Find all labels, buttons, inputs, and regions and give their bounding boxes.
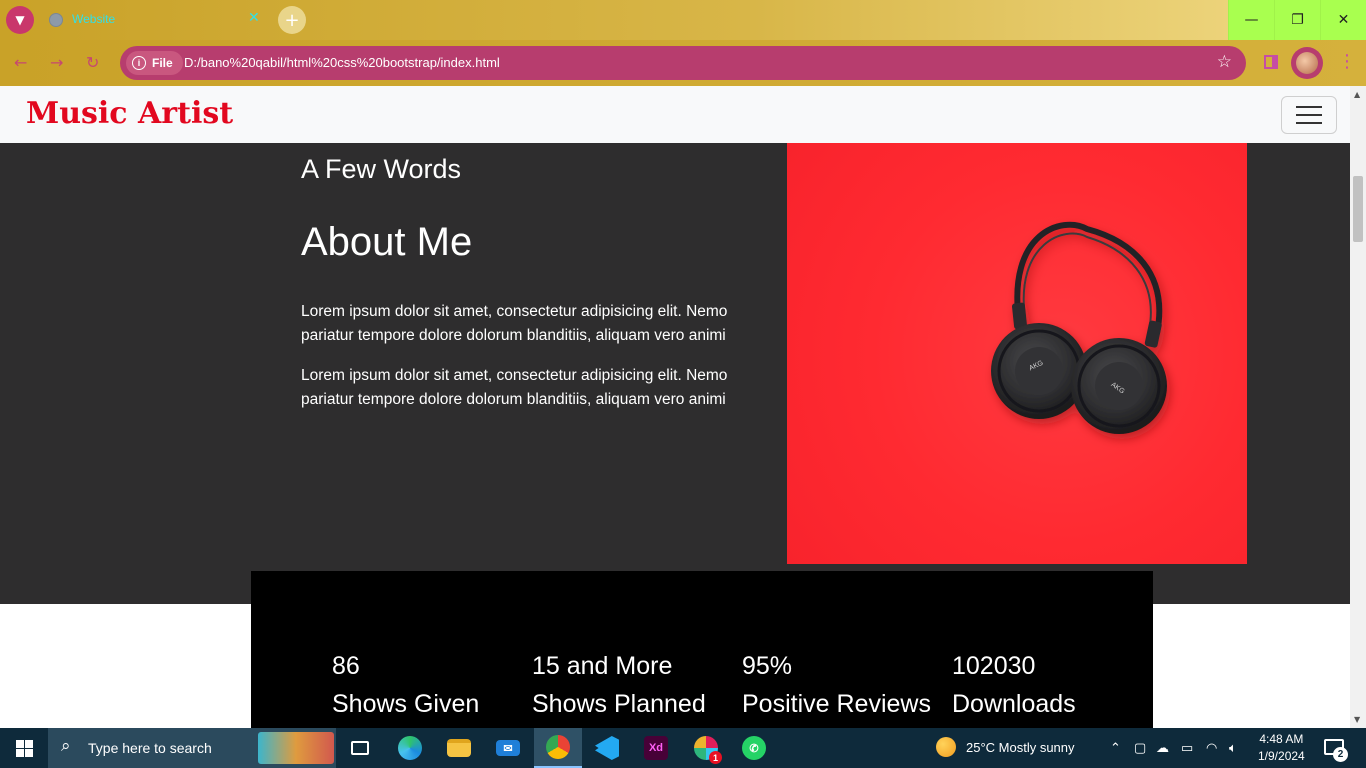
forward-arrow-icon[interactable]: →: [50, 53, 63, 72]
system-clock[interactable]: 4:48 AM 1/9/2024: [1258, 731, 1305, 765]
stat-value: 95%: [742, 652, 793, 680]
tab-strip: ▼ Website ✕ + — ❐ ✕: [0, 0, 1366, 40]
weather-text[interactable]: 25°C Mostly sunny: [966, 740, 1075, 755]
mail-app[interactable]: ✉: [484, 728, 532, 768]
scrollbar-thumb[interactable]: [1353, 176, 1363, 242]
stat-shows-given: 86 Shows Given: [332, 647, 479, 723]
task-view-button[interactable]: [336, 728, 384, 768]
site-navbar: Music Artist: [0, 86, 1350, 143]
more-menu-icon[interactable]: ⋮: [1338, 51, 1356, 72]
folder-icon: [447, 739, 471, 757]
hamburger-icon: [1296, 106, 1322, 108]
search-icon: ⌕: [61, 736, 71, 756]
search-highlight-image: [258, 732, 334, 764]
stat-positive-reviews: 95% Positive Reviews: [742, 647, 931, 723]
file-explorer-app[interactable]: [435, 728, 483, 768]
clock-time: 4:48 AM: [1259, 732, 1304, 746]
mail-icon: ✉: [496, 740, 520, 756]
notification-count: 2: [1333, 747, 1348, 762]
vscode-icon: [595, 736, 619, 760]
adobe-xd-app[interactable]: Xd: [632, 728, 680, 768]
side-panel-icon[interactable]: [1264, 55, 1278, 69]
reload-icon[interactable]: ↻: [86, 53, 99, 72]
windows-start-icon[interactable]: [16, 740, 33, 757]
tab-title: Website: [72, 12, 116, 26]
tab-website[interactable]: Website ✕: [40, 4, 272, 36]
close-window-button[interactable]: ✕: [1320, 0, 1366, 40]
chip-label: File: [152, 56, 173, 70]
stat-value: 86: [332, 652, 360, 680]
volume-icon[interactable]: 🔈︎: [1229, 740, 1237, 756]
vscode-app[interactable]: [583, 728, 631, 768]
meet-now-icon[interactable]: ▢: [1134, 740, 1146, 756]
site-info-chip[interactable]: i File: [126, 51, 183, 75]
page-viewport: Music Artist A Few Words About Me Lorem …: [0, 86, 1350, 728]
about-eyebrow: A Few Words: [301, 154, 462, 184]
globe-icon: [49, 13, 63, 27]
whatsapp-app[interactable]: ✆: [730, 728, 778, 768]
task-view-icon: [351, 741, 369, 755]
wifi-icon[interactable]: ◠: [1206, 740, 1217, 756]
back-arrow-icon[interactable]: ←: [14, 53, 27, 72]
taskbar-search[interactable]: ⌕ Type here to search: [48, 728, 336, 768]
navbar-toggler-button[interactable]: [1281, 96, 1337, 134]
whatsapp-icon: ✆: [742, 736, 766, 760]
stat-label: Shows Given: [332, 690, 480, 718]
search-placeholder: Type here to search: [88, 740, 212, 756]
about-paragraph: Lorem ipsum dolor sit amet, consectetur …: [301, 303, 728, 344]
slack-icon: 1: [694, 736, 722, 764]
stat-value: 102030: [952, 652, 1036, 680]
scroll-up-icon[interactable]: ▲: [1354, 90, 1360, 99]
profile-avatar[interactable]: [1291, 47, 1323, 79]
chevron-up-icon[interactable]: ⌃: [1110, 740, 1121, 756]
stat-label: Shows Planned: [532, 690, 706, 718]
edge-icon: [398, 736, 422, 760]
headphones-image: AKG AKG: [787, 143, 1247, 564]
weather-icon[interactable]: [936, 737, 956, 760]
browser-toolbar: ← → ↻ i File D:/bano%20qabil/html%20css%…: [0, 40, 1366, 86]
slack-badge: 1: [709, 751, 722, 764]
edge-app[interactable]: [386, 728, 434, 768]
clock-date: 1/9/2024: [1258, 749, 1305, 763]
about-heading: About Me: [301, 220, 473, 264]
stats-section: 86 Shows Given 15 and More Shows Planned…: [251, 571, 1153, 728]
address-bar[interactable]: i File D:/bano%20qabil/html%20css%20boot…: [120, 46, 1246, 80]
onedrive-icon[interactable]: ☁: [1156, 740, 1169, 756]
adobe-xd-icon: Xd: [644, 736, 668, 760]
stat-label: Downloads: [952, 690, 1076, 718]
stat-downloads: 102030 Downloads: [952, 647, 1076, 723]
stat-value: 15 and More: [532, 652, 673, 680]
navbar-brand[interactable]: Music Artist: [26, 96, 233, 131]
battery-icon[interactable]: ▭: [1181, 740, 1193, 756]
windows-taskbar: ⌕ Type here to search ✉ Xd 1 ✆ 25°C Most…: [0, 728, 1366, 768]
tab-search-button[interactable]: ▼: [6, 6, 34, 34]
chrome-icon: [546, 735, 570, 759]
restore-button[interactable]: ❐: [1274, 0, 1320, 40]
stat-shows-planned: 15 and More Shows Planned: [532, 647, 706, 723]
chrome-app[interactable]: [534, 728, 582, 768]
stat-label: Positive Reviews: [742, 690, 931, 718]
new-tab-button[interactable]: +: [278, 6, 306, 34]
page-scrollbar[interactable]: ▲ ▼: [1350, 86, 1366, 728]
info-icon: i: [132, 56, 146, 70]
scroll-down-icon[interactable]: ▼: [1354, 715, 1360, 724]
headphones-illustration: AKG AKG: [991, 221, 1167, 434]
tab-close-button[interactable]: ✕: [248, 10, 260, 26]
window-controls: — ❐ ✕: [1228, 0, 1366, 40]
chevron-down-icon: ▼: [15, 13, 25, 27]
bookmark-star-icon[interactable]: ☆: [1217, 52, 1232, 72]
slack-app[interactable]: 1: [682, 728, 730, 768]
minimize-button[interactable]: —: [1228, 0, 1274, 40]
url-text[interactable]: D:/bano%20qabil/html%20css%20bootstrap/i…: [184, 55, 500, 70]
about-paragraph: Lorem ipsum dolor sit amet, consectetur …: [301, 367, 728, 408]
